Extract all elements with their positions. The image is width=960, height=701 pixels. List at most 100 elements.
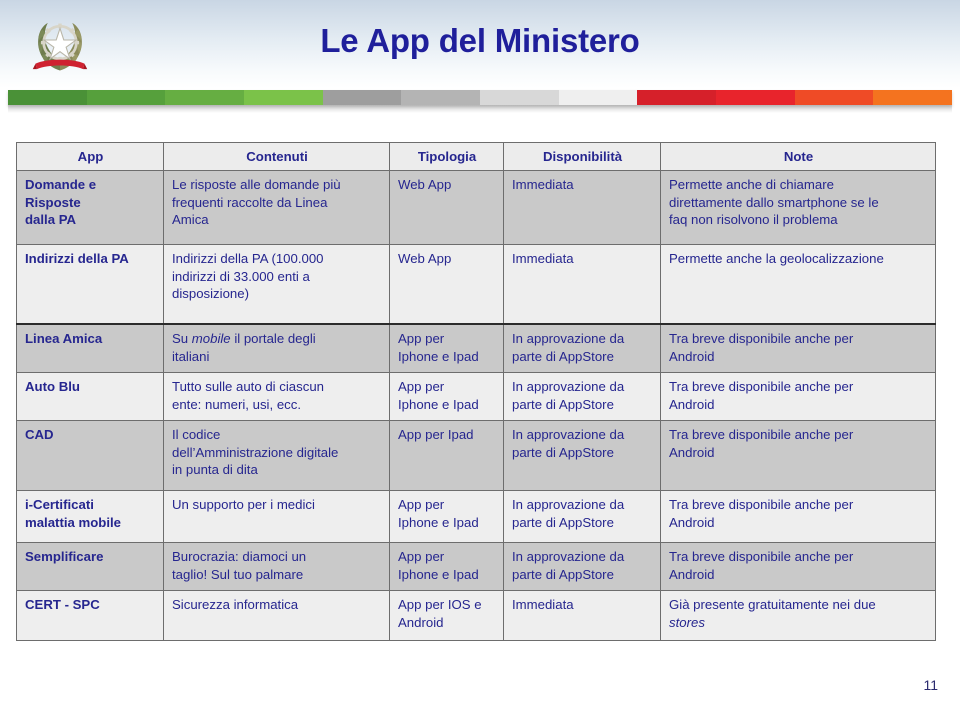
text-line: italiani bbox=[172, 349, 210, 365]
cell-disponibilita: In approvazione da parte di AppStore bbox=[503, 541, 661, 591]
text-line: frequenti raccolte da Linea bbox=[172, 194, 328, 210]
tricolor-segment bbox=[322, 90, 402, 105]
text-line: Auto Blu bbox=[25, 378, 80, 394]
cell-note: Permette anche di chiamare direttamente … bbox=[660, 169, 936, 245]
column-header-note: Note bbox=[660, 142, 936, 171]
text-line: parte di AppStore bbox=[512, 514, 614, 530]
text-line: Web App bbox=[398, 250, 452, 266]
text-line: malattia mobile bbox=[25, 514, 122, 530]
text-line: parte di AppStore bbox=[512, 444, 614, 460]
cell-contenuti: Le risposte alle domande più frequenti r… bbox=[163, 169, 390, 245]
text-line: App per Ipad bbox=[398, 426, 474, 442]
text-line: Permette anche la geolocalizzazione bbox=[669, 250, 884, 266]
band-shadow bbox=[8, 105, 952, 113]
cell-disponibilita: In approvazione da parte di AppStore bbox=[503, 371, 661, 421]
cell-disponibilita: Immediata bbox=[503, 589, 661, 641]
text-line: dell’Amministrazione digitale bbox=[172, 444, 339, 460]
cell-tipologia: App per Iphone e Ipad bbox=[389, 323, 504, 373]
text-line: Un supporto per i medici bbox=[172, 496, 315, 512]
text-line: App per bbox=[398, 548, 445, 564]
tricolor-segment bbox=[8, 90, 87, 105]
text-line: Linea Amica bbox=[25, 331, 103, 347]
text-line: taglio! Sul tuo palmare bbox=[172, 566, 304, 582]
text-line: CAD bbox=[25, 426, 54, 442]
slide-header: Le App del Ministero bbox=[0, 0, 960, 88]
tricolor-segment bbox=[716, 90, 795, 105]
cell-tipologia: App per Iphone e Ipad bbox=[389, 489, 504, 543]
cell-app-name: i-Certificati malattia mobile bbox=[16, 489, 164, 543]
text-line: Sicurezza informatica bbox=[172, 596, 299, 612]
table-row: CERT - SPC Sicurezza informatica App per… bbox=[16, 589, 936, 641]
text-line: Iphone e Ipad bbox=[398, 566, 479, 582]
text-line: Tutto sulle auto di ciascun bbox=[172, 378, 324, 394]
apps-table-body: Domande e Risposte dalla PA Le risposte … bbox=[16, 169, 936, 641]
text-line: Android bbox=[669, 566, 715, 582]
text-line: parte di AppStore bbox=[512, 396, 614, 412]
text-line: In approvazione da bbox=[512, 548, 625, 564]
text-line: Android bbox=[669, 396, 715, 412]
column-header-disponibilita: Disponibilità bbox=[503, 142, 661, 171]
tricolor-segment bbox=[558, 90, 638, 105]
text-line: Iphone e Ipad bbox=[398, 514, 479, 530]
text-line: faq non risolvono il problema bbox=[669, 212, 838, 228]
tricolor-segment bbox=[401, 90, 481, 105]
text-line: Iphone e Ipad bbox=[398, 349, 479, 365]
table-row: Auto Blu Tutto sulle auto di ciascun ent… bbox=[16, 371, 936, 421]
tricolor-segment bbox=[86, 90, 166, 105]
cell-app-name: CAD bbox=[16, 419, 164, 491]
text-line: In approvazione da bbox=[512, 426, 625, 442]
cell-disponibilita: Immediata bbox=[503, 169, 661, 245]
text-line: Iphone e Ipad bbox=[398, 396, 479, 412]
text-line: Android bbox=[669, 514, 715, 530]
text-line: Android bbox=[669, 444, 715, 460]
text-line: Già presente gratuitamente nei due bbox=[669, 596, 876, 612]
text-line: ente: numeri, usi, ecc. bbox=[172, 396, 302, 412]
text-line: Indirizzi della PA bbox=[25, 250, 129, 266]
table-row: Semplificare Burocrazia: diamoci un tagl… bbox=[16, 541, 936, 591]
cell-app-name: Indirizzi della PA bbox=[16, 243, 164, 325]
text-line: Semplificare bbox=[25, 548, 104, 564]
cell-app-name: Linea Amica bbox=[16, 323, 164, 373]
text-line: Su mobile il portale degli bbox=[172, 331, 316, 347]
text-line: Le risposte alle domande più bbox=[172, 176, 341, 192]
cell-app-name: CERT - SPC bbox=[16, 589, 164, 641]
cell-tipologia: App per Ipad bbox=[389, 419, 504, 491]
text-line: parte di AppStore bbox=[512, 349, 614, 365]
text-line: parte di AppStore bbox=[512, 566, 614, 582]
table-row: CAD Il codice dell’Amministrazione digit… bbox=[16, 419, 936, 491]
page-title: Le App del Ministero bbox=[320, 22, 640, 59]
apps-table: App Contenuti Tipologia Disponibilità No… bbox=[16, 142, 936, 641]
text-line: Tra breve disponibile anche per bbox=[669, 496, 854, 512]
tricolor-segment bbox=[165, 90, 245, 105]
cell-tipologia: App per Iphone e Ipad bbox=[389, 371, 504, 421]
page-number: 11 bbox=[923, 677, 938, 693]
apps-table-container: App Contenuti Tipologia Disponibilità No… bbox=[16, 142, 936, 641]
text-line: Tra breve disponibile anche per bbox=[669, 378, 854, 394]
text-line: Android bbox=[398, 614, 444, 630]
text-line: Indirizzi della PA (100.000 bbox=[172, 250, 324, 266]
text-line: direttamente dallo smartphone se le bbox=[669, 194, 879, 210]
table-row: Linea Amica Su mobile il portale degli i… bbox=[16, 323, 936, 373]
cell-contenuti: Tutto sulle auto di ciascun ente: numeri… bbox=[163, 371, 390, 421]
text-line: Tra breve disponibile anche per bbox=[669, 548, 854, 564]
text-line: dalla PA bbox=[25, 212, 77, 228]
cell-contenuti: Un supporto per i medici bbox=[163, 489, 390, 543]
text-line: App per bbox=[398, 378, 445, 394]
cell-app-name: Domande e Risposte dalla PA bbox=[16, 169, 164, 245]
text-line: Il codice bbox=[172, 426, 221, 442]
cell-app-name: Auto Blu bbox=[16, 371, 164, 421]
text-line: In approvazione da bbox=[512, 331, 625, 347]
tricolor-segment bbox=[873, 90, 953, 105]
text-line: Tra breve disponibile anche per bbox=[669, 331, 854, 347]
text-line: App per bbox=[398, 496, 445, 512]
text-line: Immediata bbox=[512, 250, 574, 266]
cell-contenuti: Indirizzi della PA (100.000 indirizzi di… bbox=[163, 243, 390, 325]
cell-tipologia: Web App bbox=[389, 169, 504, 245]
text-line: in punta di dita bbox=[172, 462, 258, 478]
cell-app-name: Semplificare bbox=[16, 541, 164, 591]
text-line: Immediata bbox=[512, 176, 574, 192]
text-line: CERT - SPC bbox=[25, 596, 100, 612]
cell-disponibilita: In approvazione da parte di AppStore bbox=[503, 419, 661, 491]
text-line: In approvazione da bbox=[512, 496, 625, 512]
cell-note: Permette anche la geolocalizzazione bbox=[660, 243, 936, 325]
